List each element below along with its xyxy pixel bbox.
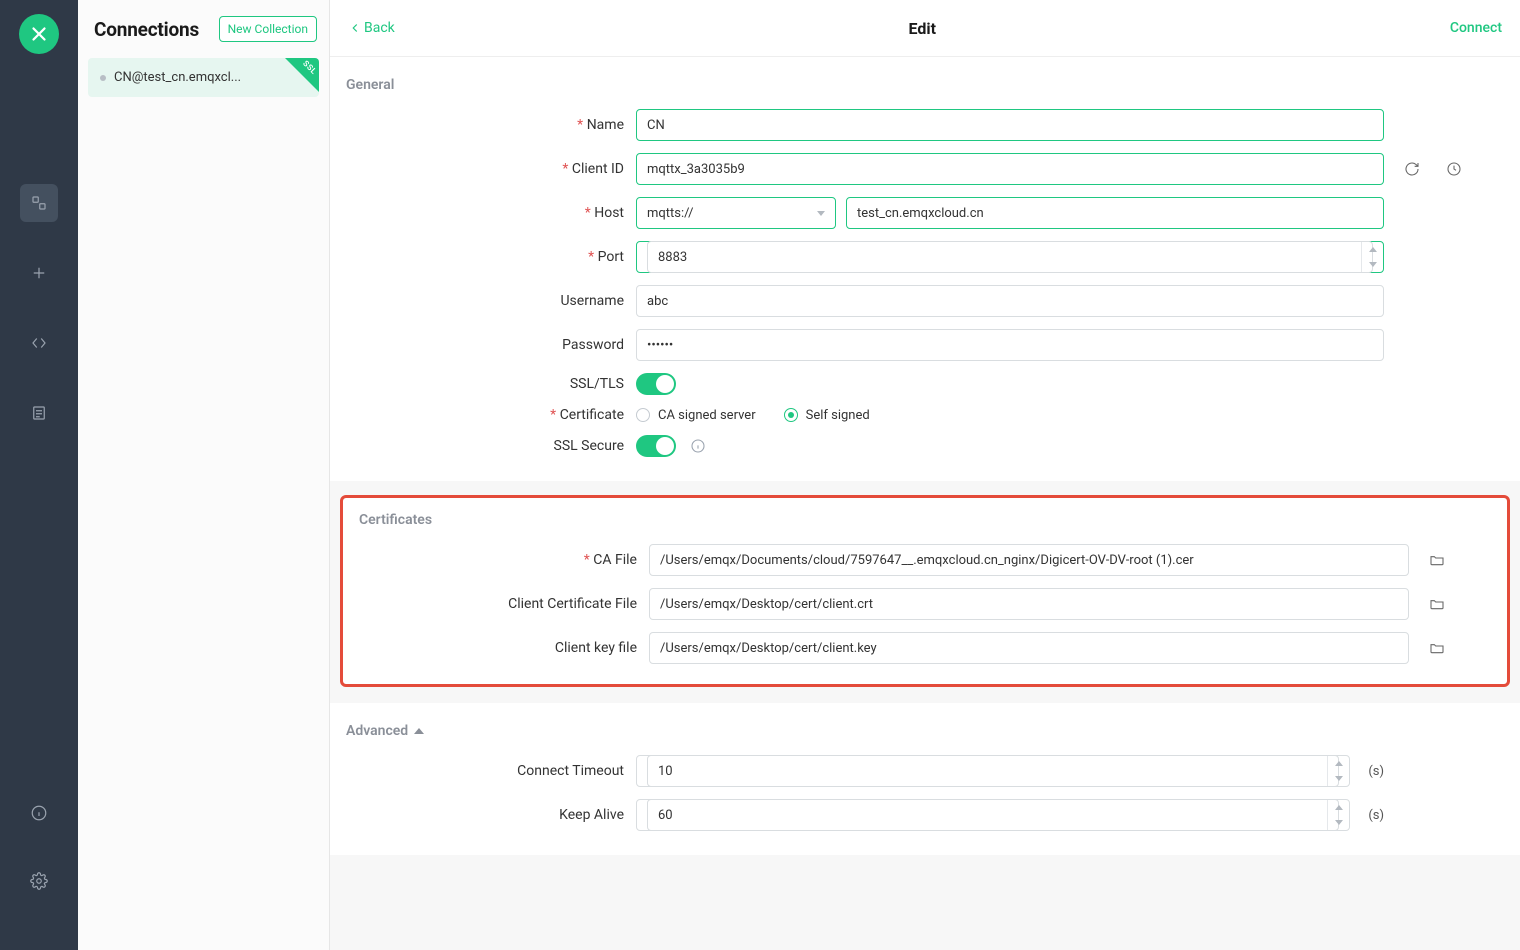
page-title: Edit [909, 19, 937, 38]
ca-file-input[interactable] [649, 544, 1409, 576]
scheme-value: mqtts:// [647, 206, 693, 221]
port-value[interactable] [647, 241, 1373, 273]
nav-log[interactable] [20, 394, 58, 432]
triangle-down-icon [1369, 262, 1377, 267]
scheme-select[interactable]: mqtts:// [636, 197, 836, 229]
chevron-up-icon [414, 728, 424, 734]
triangle-up-icon [1335, 761, 1343, 766]
chevron-left-icon [348, 21, 362, 35]
certificates-heading: Certificates [343, 498, 1507, 538]
connection-name: CN@test_cn.emqxcl... [114, 70, 241, 85]
connection-item[interactable]: CN@test_cn.emqxcl... SSL [88, 58, 319, 97]
client-id-input[interactable] [636, 153, 1384, 185]
chevron-down-icon [817, 211, 825, 216]
cert-ca-signed-label: CA signed server [658, 408, 756, 423]
cert-self-signed-label: Self signed [806, 408, 870, 423]
triangle-down-icon [1335, 776, 1343, 781]
ssl-secure-label: SSL Secure [346, 438, 636, 454]
advanced-section: Advanced Connect Timeout (s) [330, 703, 1520, 855]
keep-alive-step-up[interactable] [1328, 800, 1349, 815]
keep-alive-label: Keep Alive [346, 807, 636, 823]
name-input[interactable] [636, 109, 1384, 141]
nav-settings[interactable] [20, 862, 58, 900]
back-button[interactable]: Back [348, 20, 395, 36]
general-section: General Name Client ID [330, 57, 1520, 481]
triangle-up-icon [1335, 805, 1343, 810]
general-heading: General [330, 57, 1520, 103]
password-input[interactable] [636, 329, 1384, 361]
nav-new[interactable] [20, 254, 58, 292]
connection-status-dot [100, 75, 106, 81]
ca-file-label: CA File [359, 552, 649, 568]
keep-alive-input[interactable] [636, 799, 1350, 831]
folder-open-icon [1429, 552, 1445, 568]
port-step-down[interactable] [1362, 257, 1383, 272]
refresh-icon [1404, 161, 1420, 177]
keep-alive-value[interactable] [647, 799, 1339, 831]
connect-timeout-label: Connect Timeout [346, 763, 636, 779]
client-cert-label: Client Certificate File [359, 596, 649, 612]
port-input[interactable] [636, 241, 1384, 273]
triangle-down-icon [1335, 820, 1343, 825]
keep-alive-step-down[interactable] [1328, 815, 1349, 830]
connect-timeout-step-down[interactable] [1328, 771, 1349, 786]
folder-open-icon [1429, 596, 1445, 612]
client-key-label: Client key file [359, 640, 649, 656]
connect-timeout-value[interactable] [647, 755, 1339, 787]
port-step-up[interactable] [1362, 242, 1383, 257]
password-label: Password [346, 337, 636, 353]
client-key-input[interactable] [649, 632, 1409, 664]
triangle-up-icon [1369, 247, 1377, 252]
name-label: Name [346, 117, 636, 133]
connect-timeout-unit: (s) [1368, 764, 1384, 779]
clock-icon [1446, 161, 1462, 177]
form-scroll[interactable]: General Name Client ID [330, 57, 1520, 950]
nav-connections[interactable] [20, 184, 58, 222]
cert-self-signed-radio[interactable]: Self signed [784, 408, 870, 423]
username-input[interactable] [636, 285, 1384, 317]
advanced-heading: Advanced [346, 723, 408, 739]
certificates-section: Certificates CA File Client Certificate … [340, 495, 1510, 687]
ssl-tls-toggle[interactable] [636, 373, 676, 395]
nav-script[interactable] [20, 324, 58, 362]
ssl-secure-toggle[interactable] [636, 435, 676, 457]
ssl-secure-info-icon[interactable] [690, 438, 706, 454]
client-id-label: Client ID [346, 161, 636, 177]
username-label: Username [346, 293, 636, 309]
timestamp-client-id-button[interactable] [1444, 159, 1464, 179]
connect-button[interactable]: Connect [1450, 20, 1502, 36]
folder-open-icon [1429, 640, 1445, 656]
main-panel: Back Edit Connect General Name Client ID [330, 0, 1520, 950]
certificate-label: Certificate [346, 407, 636, 423]
connect-timeout-input[interactable] [636, 755, 1350, 787]
ssl-tls-label: SSL/TLS [346, 376, 636, 392]
sidebar-title: Connections [94, 18, 199, 41]
refresh-client-id-button[interactable] [1402, 159, 1422, 179]
connections-sidebar: Connections New Collection CN@test_cn.em… [78, 0, 330, 950]
app-logo [19, 14, 59, 54]
client-key-browse-button[interactable] [1427, 638, 1447, 658]
host-input[interactable] [846, 197, 1384, 229]
advanced-heading-toggle[interactable]: Advanced [330, 703, 1520, 749]
keep-alive-unit: (s) [1368, 808, 1384, 823]
back-label: Back [364, 20, 395, 36]
topbar: Back Edit Connect [330, 0, 1520, 57]
ca-file-browse-button[interactable] [1427, 550, 1447, 570]
client-cert-input[interactable] [649, 588, 1409, 620]
host-label: Host [346, 205, 636, 221]
nav-rail [0, 0, 78, 950]
connect-timeout-step-up[interactable] [1328, 756, 1349, 771]
cert-ca-signed-radio[interactable]: CA signed server [636, 408, 756, 423]
client-cert-browse-button[interactable] [1427, 594, 1447, 614]
nav-about[interactable] [20, 794, 58, 832]
port-label: Port [346, 249, 636, 265]
new-collection-button[interactable]: New Collection [219, 16, 317, 42]
